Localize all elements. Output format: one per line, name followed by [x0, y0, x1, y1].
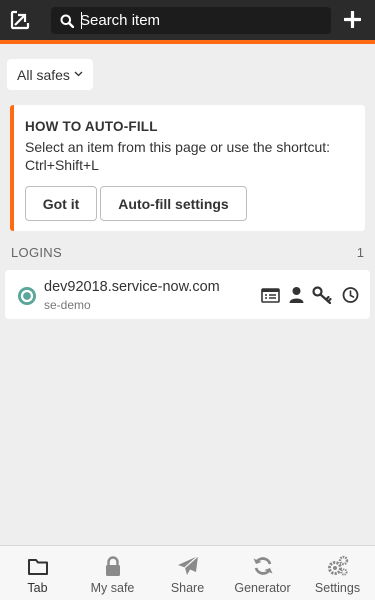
nav-my-safe[interactable]: My safe [75, 546, 150, 600]
autofill-info-card: HOW TO AUTO-FILL Select an item from thi… [10, 105, 365, 231]
nav-share-label: Share [170, 581, 205, 595]
search-box [51, 7, 331, 34]
nav-share[interactable]: Share [150, 546, 225, 600]
bottom-nav: Tab My safe Share Generator Settings [0, 545, 375, 600]
history-icon[interactable] [342, 286, 359, 304]
key-icon[interactable] [312, 286, 332, 304]
text-cursor [81, 12, 82, 29]
user-icon[interactable] [289, 286, 304, 304]
logins-section-title: LOGINS [11, 245, 62, 260]
paper-plane-icon [177, 555, 198, 575]
details-icon[interactable] [261, 286, 280, 304]
lock-icon [105, 556, 120, 576]
nav-generator[interactable]: Generator [225, 546, 300, 600]
nav-generator-label: Generator [234, 581, 291, 595]
login-subtitle: se-demo [44, 298, 91, 312]
login-title: dev92018.service-now.com [44, 279, 220, 295]
search-icon [60, 14, 74, 28]
nav-tab[interactable]: Tab [0, 546, 75, 600]
chevron-down-icon [74, 71, 83, 77]
login-list-item[interactable]: dev92018.service-now.com se-demo [5, 270, 370, 319]
card-text: Select an item from this page or use the… [25, 139, 331, 173]
autofill-settings-button[interactable]: Auto-fill settings [100, 186, 247, 221]
folder-icon [27, 559, 48, 575]
nav-my-safe-label: My safe [90, 581, 135, 595]
got-it-button[interactable]: Got it [25, 186, 97, 221]
add-item-icon[interactable] [344, 11, 361, 28]
search-input[interactable] [80, 7, 325, 34]
nav-settings-label: Settings [314, 581, 361, 595]
card-title: HOW TO AUTO-FILL [25, 119, 158, 134]
top-bar [0, 0, 375, 40]
refresh-icon [253, 557, 272, 575]
accent-line [0, 40, 375, 44]
avatar [18, 287, 36, 305]
safes-dropdown[interactable]: All safes [7, 59, 93, 90]
nav-settings[interactable]: Settings [300, 546, 375, 600]
safes-dropdown-label: All safes [17, 67, 70, 83]
popout-icon[interactable] [9, 9, 31, 31]
gears-icon [327, 555, 348, 576]
nav-tab-label: Tab [27, 581, 48, 595]
logins-count: 1 [356, 245, 364, 260]
